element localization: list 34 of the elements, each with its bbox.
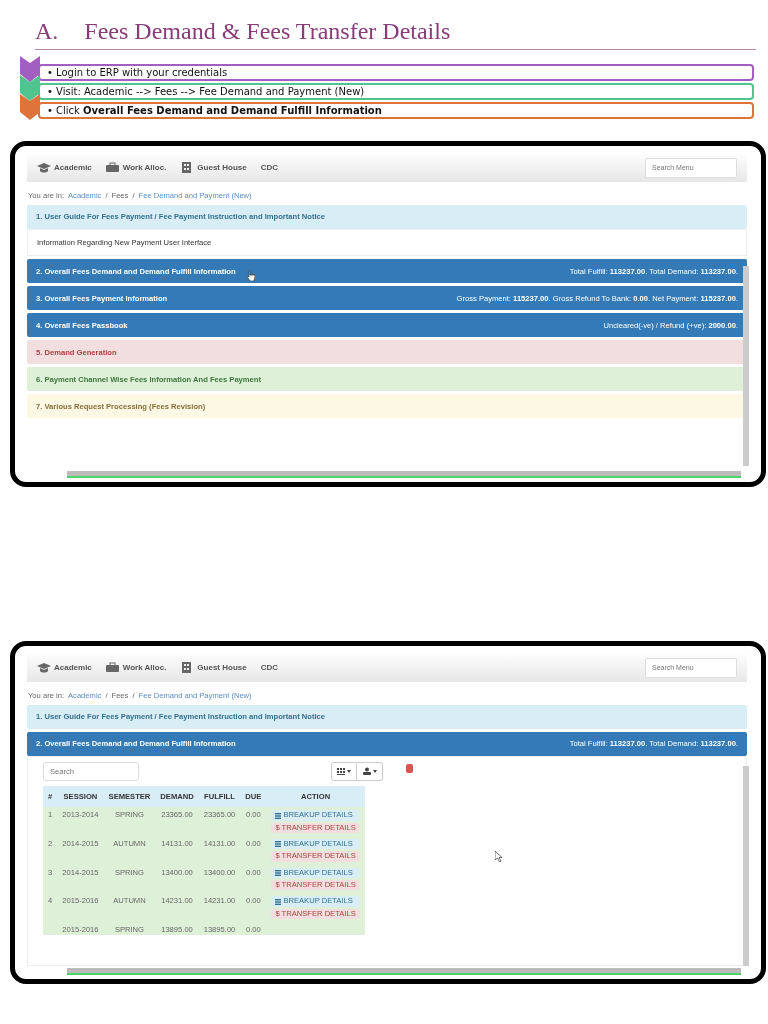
- graduation-cap-icon: [37, 662, 51, 674]
- nav-link[interactable]: CDC: [260, 161, 279, 174]
- list-icon: [275, 841, 282, 848]
- hand-cursor-icon: [247, 269, 255, 281]
- nav-link[interactable]: Work Alloc.: [105, 661, 167, 674]
- list-icon: [275, 812, 282, 819]
- horizontal-scrollbar[interactable]: [67, 470, 741, 478]
- nav-link[interactable]: Work Alloc.: [105, 161, 167, 174]
- notification-marker: [406, 763, 413, 773]
- vertical-scrollbar[interactable]: [743, 765, 749, 966]
- step-banner: • Visit: Academic --> Fees --> Fee Demand and Payment (New): [38, 82, 754, 100]
- list-icon: [275, 869, 282, 876]
- section-letter: A.: [35, 18, 59, 46]
- columns-dropdown-button[interactable]: [331, 762, 357, 781]
- nav-link[interactable]: CDC: [260, 661, 279, 674]
- nav-link[interactable]: Guest House: [180, 161, 247, 174]
- list-icon: [275, 898, 282, 905]
- pointer-icon: [495, 850, 503, 862]
- caret-icon: [372, 770, 377, 773]
- graduation-cap-icon: [37, 162, 51, 174]
- nav-link[interactable]: Academic: [37, 661, 92, 674]
- briefcase-icon: [105, 162, 120, 174]
- step-banner: • Click Overall Fees Demand and Demand Fulfill Information: [38, 101, 754, 119]
- nav-link[interactable]: Academic: [37, 161, 92, 174]
- step-banner: • Login to ERP with your credentials: [38, 63, 754, 81]
- grid-icon: [337, 768, 345, 775]
- section-title: Fees Demand & Fees Transfer Details: [84, 18, 451, 46]
- briefcase-icon: [105, 662, 120, 674]
- vertical-scrollbar[interactable]: [743, 265, 749, 466]
- person-icon: [362, 767, 371, 776]
- nav-link[interactable]: Guest House: [180, 661, 247, 674]
- export-dropdown-button[interactable]: [357, 762, 383, 781]
- horizontal-scrollbar[interactable]: [67, 967, 741, 975]
- caret-icon: [347, 770, 351, 773]
